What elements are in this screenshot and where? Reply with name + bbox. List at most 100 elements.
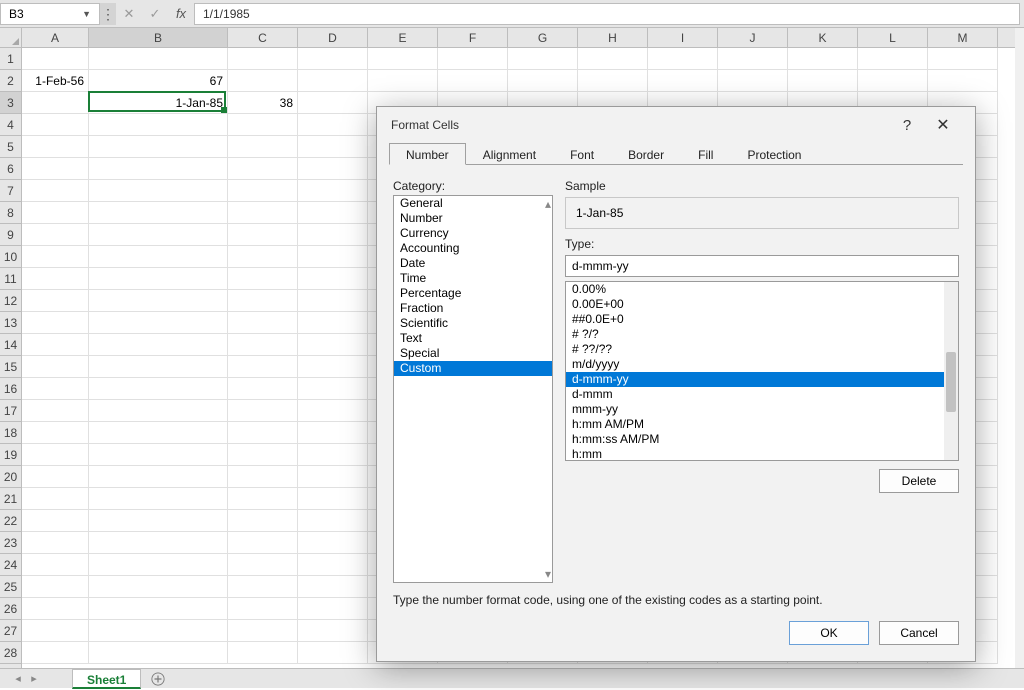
select-all-corner[interactable] (0, 28, 22, 48)
cell-B12[interactable] (89, 290, 228, 312)
cell-I2[interactable] (648, 70, 718, 92)
tab-fill[interactable]: Fill (681, 143, 730, 165)
cell-A13[interactable] (22, 312, 89, 334)
scroll-down-icon[interactable]: ▾ (545, 567, 551, 581)
cell-B9[interactable] (89, 224, 228, 246)
cell-C13[interactable] (228, 312, 298, 334)
cell-B1[interactable] (89, 48, 228, 70)
cell-C11[interactable] (228, 268, 298, 290)
cell-G1[interactable] (508, 48, 578, 70)
row-header-4[interactable]: 4 (0, 114, 21, 136)
cell-D5[interactable] (298, 136, 368, 158)
tab-font[interactable]: Font (553, 143, 611, 165)
cell-D16[interactable] (298, 378, 368, 400)
cell-D24[interactable] (298, 554, 368, 576)
cell-D28[interactable] (298, 642, 368, 664)
help-icon[interactable]: ? (889, 117, 925, 134)
row-header-20[interactable]: 20 (0, 466, 21, 488)
cell-A7[interactable] (22, 180, 89, 202)
type-item[interactable]: m/d/yyyy (566, 357, 958, 372)
cell-A16[interactable] (22, 378, 89, 400)
cell-A28[interactable] (22, 642, 89, 664)
cell-B25[interactable] (89, 576, 228, 598)
cell-D12[interactable] (298, 290, 368, 312)
cell-D17[interactable] (298, 400, 368, 422)
column-header-C[interactable]: C (228, 28, 298, 47)
row-header-17[interactable]: 17 (0, 400, 21, 422)
row-header-10[interactable]: 10 (0, 246, 21, 268)
type-item[interactable]: 0.00% (566, 282, 958, 297)
cell-C18[interactable] (228, 422, 298, 444)
delete-button[interactable]: Delete (879, 469, 959, 493)
cell-A22[interactable] (22, 510, 89, 532)
cell-H1[interactable] (578, 48, 648, 70)
cell-B18[interactable] (89, 422, 228, 444)
cell-B23[interactable] (89, 532, 228, 554)
formula-input[interactable]: 1/1/1985 (194, 3, 1020, 25)
cell-D25[interactable] (298, 576, 368, 598)
cell-B14[interactable] (89, 334, 228, 356)
cell-B10[interactable] (89, 246, 228, 268)
column-header-K[interactable]: K (788, 28, 858, 47)
fx-icon[interactable]: fx (168, 3, 194, 25)
row-header-1[interactable]: 1 (0, 48, 21, 70)
cell-F1[interactable] (438, 48, 508, 70)
accept-formula-icon[interactable]: ✓ (142, 3, 168, 25)
type-item[interactable]: d-mmm-yy (566, 372, 958, 387)
cell-B3[interactable]: 1-Jan-85 (89, 92, 228, 114)
cell-B27[interactable] (89, 620, 228, 642)
cell-A14[interactable] (22, 334, 89, 356)
cell-D22[interactable] (298, 510, 368, 532)
type-list-scrollbar[interactable] (944, 282, 958, 460)
cell-K2[interactable] (788, 70, 858, 92)
cell-G2[interactable] (508, 70, 578, 92)
cell-B28[interactable] (89, 642, 228, 664)
cell-A20[interactable] (22, 466, 89, 488)
cell-B11[interactable] (89, 268, 228, 290)
row-header-22[interactable]: 22 (0, 510, 21, 532)
row-header-18[interactable]: 18 (0, 422, 21, 444)
cell-A27[interactable] (22, 620, 89, 642)
type-item[interactable]: h:mm (566, 447, 958, 460)
cell-D23[interactable] (298, 532, 368, 554)
row-header-8[interactable]: 8 (0, 202, 21, 224)
cell-F2[interactable] (438, 70, 508, 92)
cell-C16[interactable] (228, 378, 298, 400)
cell-B24[interactable] (89, 554, 228, 576)
cell-A12[interactable] (22, 290, 89, 312)
cell-C20[interactable] (228, 466, 298, 488)
type-item[interactable]: # ??/?? (566, 342, 958, 357)
cell-C6[interactable] (228, 158, 298, 180)
column-header-E[interactable]: E (368, 28, 438, 47)
cell-B4[interactable] (89, 114, 228, 136)
cell-A26[interactable] (22, 598, 89, 620)
row-header-3[interactable]: 3 (0, 92, 21, 114)
row-header-2[interactable]: 2 (0, 70, 21, 92)
type-item[interactable]: # ?/? (566, 327, 958, 342)
cell-C27[interactable] (228, 620, 298, 642)
cell-C8[interactable] (228, 202, 298, 224)
sheet-tab-active[interactable]: Sheet1 (72, 669, 141, 689)
cell-D11[interactable] (298, 268, 368, 290)
cell-D7[interactable] (298, 180, 368, 202)
column-header-D[interactable]: D (298, 28, 368, 47)
cell-C7[interactable] (228, 180, 298, 202)
cell-A23[interactable] (22, 532, 89, 554)
cell-H2[interactable] (578, 70, 648, 92)
cell-A19[interactable] (22, 444, 89, 466)
column-header-F[interactable]: F (438, 28, 508, 47)
name-box[interactable]: B3 ▼ (0, 3, 100, 25)
cell-A15[interactable] (22, 356, 89, 378)
cell-C12[interactable] (228, 290, 298, 312)
column-header-B[interactable]: B (89, 28, 228, 47)
cell-B2[interactable]: 67 (89, 70, 228, 92)
type-item[interactable]: d-mmm (566, 387, 958, 402)
close-icon[interactable]: ✕ (925, 115, 961, 135)
cell-D21[interactable] (298, 488, 368, 510)
type-list[interactable]: 0.00%0.00E+00##0.0E+0# ?/?# ??/??m/d/yyy… (566, 282, 958, 460)
category-item-currency[interactable]: Currency (394, 226, 552, 241)
cell-J2[interactable] (718, 70, 788, 92)
cell-L1[interactable] (858, 48, 928, 70)
cell-C19[interactable] (228, 444, 298, 466)
category-item-text[interactable]: Text (394, 331, 552, 346)
